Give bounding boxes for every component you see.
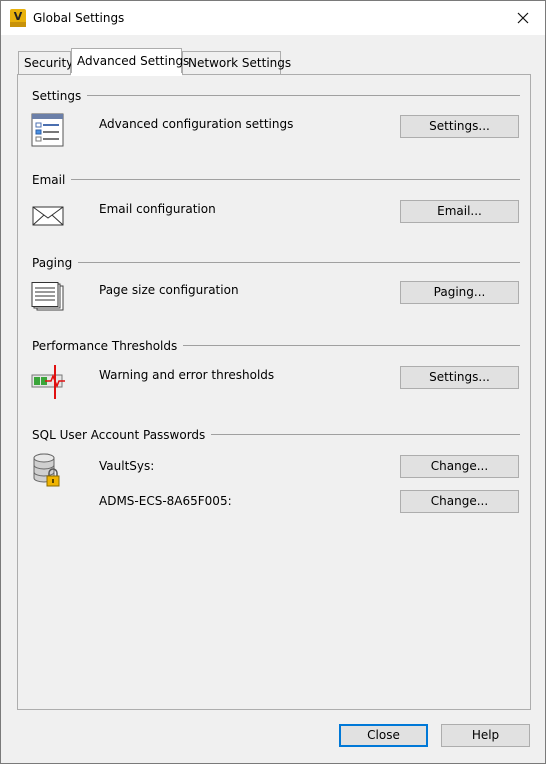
change-password-button[interactable]: Change... <box>400 490 519 513</box>
tab-security[interactable]: Security <box>18 51 73 74</box>
help-button[interactable]: Help <box>441 724 530 747</box>
global-settings-dialog: V Global Settings Security Advanced Sett… <box>0 0 546 764</box>
svg-text:V: V <box>14 10 23 23</box>
close-window-button[interactable] <box>501 1 545 35</box>
performance-section-title: Performance Thresholds <box>32 339 184 353</box>
envelope-icon <box>32 206 64 226</box>
paging-section-title: Paging <box>32 256 79 270</box>
email-description: Email configuration <box>99 202 216 216</box>
tab-network-settings[interactable]: Network Settings <box>182 51 291 74</box>
settings-description: Advanced configuration settings <box>99 117 294 131</box>
tab-advanced-settings[interactable]: Advanced Settings <box>71 48 189 75</box>
close-button[interactable]: Close <box>339 724 428 747</box>
section-divider <box>32 95 520 96</box>
window-title: Global Settings <box>33 11 125 25</box>
app-logo-icon: V <box>10 9 26 27</box>
sql-account-label: VaultSys: <box>99 459 155 473</box>
paging-button[interactable]: Paging... <box>400 281 519 304</box>
database-lock-icon <box>33 453 60 487</box>
settings-list-icon <box>31 113 64 147</box>
paging-description: Page size configuration <box>99 283 239 297</box>
email-button[interactable]: Email... <box>400 200 519 223</box>
threshold-meter-icon <box>31 365 65 399</box>
sql-section-title: SQL User Account Passwords <box>32 428 212 442</box>
performance-description: Warning and error thresholds <box>99 368 275 382</box>
advanced-settings-panel <box>17 74 531 710</box>
section-divider <box>32 262 520 263</box>
title-bar: V Global Settings <box>1 1 545 35</box>
sql-account-label: ADMS-ECS-8A65F005: <box>99 494 232 508</box>
pages-icon <box>31 282 64 311</box>
change-password-button[interactable]: Change... <box>400 455 519 478</box>
threshold-settings-button[interactable]: Settings... <box>400 366 519 389</box>
email-section-title: Email <box>32 173 72 187</box>
close-icon <box>517 12 529 24</box>
settings-section-title: Settings <box>32 89 88 103</box>
section-divider <box>32 179 520 180</box>
advanced-settings-button[interactable]: Settings... <box>400 115 519 138</box>
